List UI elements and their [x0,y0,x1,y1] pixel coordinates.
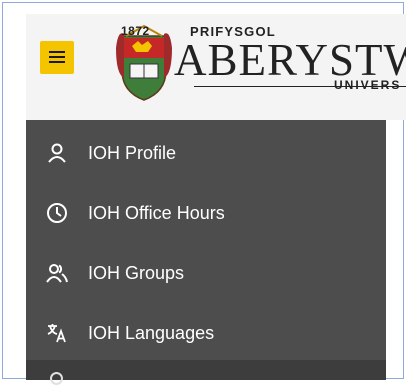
person-icon [48,143,66,163]
sidebar-item-label: IOH Languages [88,323,215,343]
sidebar-nav: IOH Profile IOH Office Hours IOH Groups … [26,120,386,385]
partial-icon [50,372,63,385]
translate-icon [47,324,66,343]
sidebar-item-ioh-office-hours[interactable]: IOH Office Hours [26,182,386,242]
sidebar-item-label: IOH Office Hours [88,203,225,223]
hamburger-icon [49,51,65,53]
sidebar-item-ioh-profile[interactable]: IOH Profile [26,122,386,182]
logo-university: UNIVERS [334,78,402,92]
sidebar-item-label: IOH Profile [88,143,177,163]
sidebar-item-ioh-languages[interactable]: IOH Languages [26,302,386,362]
sidebar-item-ioh-groups[interactable]: IOH Groups [26,242,386,302]
menu-button[interactable] [40,41,74,74]
people-icon [46,264,68,283]
sidebar-item-partial[interactable] [26,360,386,385]
clock-icon [47,203,67,223]
logo-year: 1872 [121,24,150,38]
sidebar-item-label: IOH Groups [88,263,185,283]
site-header: 1872 PRIFYSGOL ABERYSTWYT UNIVERS [26,14,406,120]
